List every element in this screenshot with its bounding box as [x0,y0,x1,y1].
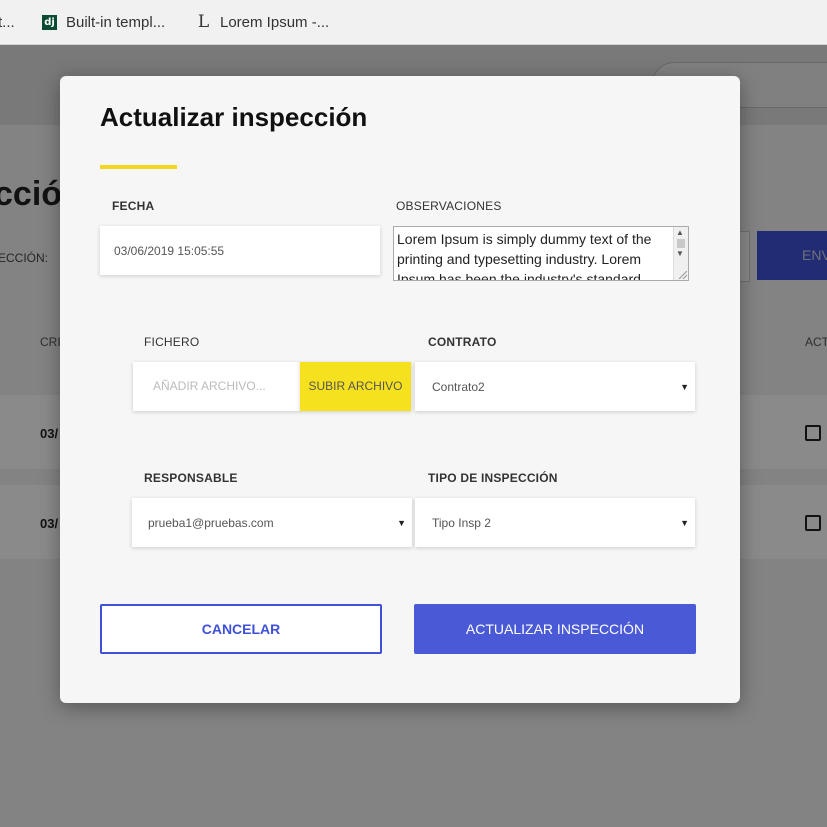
fichero-label: FICHERO [144,335,200,349]
update-inspection-modal: Actualizar inspección FECHA 03/06/2019 1… [60,76,740,703]
upload-file-button[interactable]: SUBIR ARCHIVO [300,362,411,411]
contrato-select[interactable]: Contrato2 ▼ [415,362,695,411]
contrato-label: CONTRATO [428,335,497,349]
cancel-button[interactable]: CANCELAR [100,604,382,654]
fecha-field[interactable]: 03/06/2019 15:05:55 [100,226,380,275]
contrato-value: Contrato2 [432,379,485,394]
responsable-select[interactable]: prueba1@pruebas.com ▼ [132,498,412,547]
scroll-down-icon[interactable]: ▼ [676,249,684,258]
scroll-thumb[interactable] [677,239,685,248]
bookmark-label: t... [0,14,15,31]
tipo-inspeccion-label: TIPO DE INSPECCIÓN [428,471,558,485]
modal-title: Actualizar inspección [100,102,368,132]
observaciones-text: Lorem Ipsum is simply dummy text of the … [397,231,652,281]
bookmark-label: Lorem Ipsum -... [220,14,330,31]
title-accent-bar [100,165,177,169]
file-input[interactable]: AÑADIR ARCHIVO... [133,362,300,411]
scroll-up-icon[interactable]: ▲ [676,228,684,237]
bookmark-label: Built-in templ... [66,14,166,31]
fecha-value: 03/06/2019 15:05:55 [114,243,225,258]
observaciones-textarea[interactable]: Lorem Ipsum is simply dummy text of the … [393,226,689,281]
fecha-label: FECHA [112,199,155,213]
lorem-ipsum-icon: L [197,12,210,32]
dropdown-caret-icon: ▼ [680,381,689,392]
tipo-inspeccion-value: Tipo Insp 2 [432,515,491,530]
responsable-value: prueba1@pruebas.com [148,515,274,530]
resize-grip-icon[interactable] [679,271,687,279]
file-placeholder: AÑADIR ARCHIVO... [153,379,266,393]
dropdown-caret-icon: ▼ [680,517,689,528]
responsable-label: RESPONSABLE [144,471,238,485]
bookmark-django[interactable]: dj Built-in templ... [42,14,165,31]
tipo-inspeccion-select[interactable]: Tipo Insp 2 ▼ [415,498,695,547]
bookmark-item[interactable]: t... [0,14,15,31]
django-icon: dj [42,15,57,30]
bookmarks-bar: t... dj Built-in templ... L Lorem Ipsum … [0,0,827,45]
update-inspection-button[interactable]: ACTUALIZAR INSPECCIÓN [414,604,696,654]
observaciones-label: OBSERVACIONES [396,199,502,213]
bookmark-lorem-ipsum[interactable]: L Lorem Ipsum -... [196,12,330,32]
dropdown-caret-icon: ▼ [397,517,406,528]
